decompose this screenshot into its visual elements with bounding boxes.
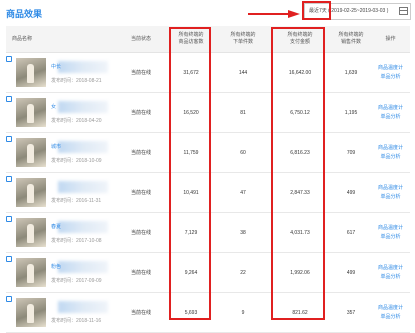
item-analysis-link[interactable]: 单品分析	[371, 313, 410, 322]
product-name[interactable]: 中长	[51, 63, 61, 70]
orders-cell: 60	[217, 132, 269, 173]
ops-cell: 商品温度计 单品分析	[371, 172, 410, 213]
tag-icon	[6, 136, 12, 142]
product-name[interactable]: 春夏	[51, 223, 61, 230]
product-cell: 女 发布时间：2018-04-20	[6, 92, 117, 133]
publish-time: 发布时间：2016-11-31	[51, 198, 102, 204]
sold-cell: 499	[331, 172, 371, 213]
item-analysis-link[interactable]: 单品分析	[371, 273, 410, 282]
product-cell: 中长 发布时间：2018-08-21	[6, 52, 117, 93]
product-name[interactable]: 城市	[51, 143, 61, 150]
item-analysis-link[interactable]: 单品分析	[371, 233, 410, 242]
product-cell: 发布时间：2016-11-31	[6, 172, 117, 213]
sold-cell: 357	[331, 292, 371, 333]
item-analysis-link[interactable]: 单品分析	[371, 113, 410, 122]
orders-cell: 38	[217, 212, 269, 253]
thermometer-link[interactable]: 商品温度计	[371, 264, 410, 273]
tag-icon	[6, 56, 12, 62]
sold-cell: 709	[331, 132, 371, 173]
blurred-product-name	[58, 141, 108, 153]
highlight-paid-column	[271, 27, 325, 320]
tag-icon	[6, 216, 12, 222]
product-name[interactable]: 粉色	[51, 263, 61, 270]
highlight-date-preset	[302, 1, 331, 20]
status-cell: 当前在线	[117, 132, 165, 173]
calendar-icon[interactable]	[399, 7, 408, 15]
blurred-product-name	[58, 221, 108, 233]
product-cell: 粉色 发布时间：2017-09-09	[6, 252, 117, 293]
product-name[interactable]: 女	[51, 103, 56, 110]
sold-cell: 617	[331, 212, 371, 253]
orders-cell: 47	[217, 172, 269, 213]
tag-icon	[6, 296, 12, 302]
tag-icon	[6, 256, 12, 262]
thermometer-link[interactable]: 商品温度计	[371, 184, 410, 193]
item-analysis-link[interactable]: 单品分析	[371, 193, 410, 202]
status-cell: 当前在线	[117, 212, 165, 253]
tag-icon	[6, 176, 12, 182]
item-analysis-link[interactable]: 单品分析	[371, 153, 410, 162]
tag-icon	[6, 96, 12, 102]
sold-cell: 1,639	[331, 52, 371, 93]
product-cell: 城市 发布时间：2018-10-09	[6, 132, 117, 173]
orders-cell: 9	[217, 292, 269, 333]
orders-cell: 144	[217, 52, 269, 93]
blurred-product-name	[58, 61, 108, 73]
ops-cell: 商品温度计 单品分析	[371, 292, 410, 333]
product-cell: 发布时间：2018-11-16	[6, 292, 117, 333]
product-thumbnail[interactable]	[16, 258, 46, 287]
thermometer-link[interactable]: 商品温度计	[371, 304, 410, 313]
orders-cell: 22	[217, 252, 269, 293]
col-orders[interactable]: 所有终端的 下单件数	[217, 26, 269, 53]
status-cell: 当前在线	[117, 252, 165, 293]
publish-time: 发布时间：2017-10-08	[51, 238, 102, 244]
blurred-product-name	[58, 301, 108, 313]
col-ops: 操作	[371, 26, 410, 53]
sold-cell: 499	[331, 252, 371, 293]
status-cell: 当前在线	[117, 92, 165, 133]
orders-cell: 81	[217, 92, 269, 133]
ops-cell: 商品温度计 单品分析	[371, 132, 410, 173]
thermometer-link[interactable]: 商品温度计	[371, 64, 410, 73]
col-status: 当前状态	[117, 26, 165, 53]
blurred-product-name	[58, 181, 108, 193]
ops-cell: 商品温度计 单品分析	[371, 252, 410, 293]
product-thumbnail[interactable]	[16, 178, 46, 207]
annotation-arrowhead	[288, 10, 300, 18]
product-cell: 春夏 发布时间：2017-10-08	[6, 212, 117, 253]
ops-cell: 商品温度计 单品分析	[371, 52, 410, 93]
blurred-product-name	[58, 261, 108, 273]
col-product: 商品名称	[6, 26, 117, 53]
item-analysis-link[interactable]: 单品分析	[371, 73, 410, 82]
publish-time: 发布时间：2017-09-09	[51, 278, 102, 284]
thermometer-link[interactable]: 商品温度计	[371, 144, 410, 153]
status-cell: 当前在线	[117, 52, 165, 93]
blurred-product-name	[58, 101, 108, 113]
thermometer-link[interactable]: 商品温度计	[371, 104, 410, 113]
product-thumbnail[interactable]	[16, 58, 46, 87]
product-thumbnail[interactable]	[16, 218, 46, 247]
publish-time: 发布时间：2018-10-09	[51, 158, 102, 164]
publish-time: 发布时间：2018-08-21	[51, 78, 102, 84]
sold-cell: 1,195	[331, 92, 371, 133]
publish-time: 发布时间：2018-04-20	[51, 118, 102, 124]
annotation-arrow	[248, 13, 292, 15]
product-thumbnail[interactable]	[16, 98, 46, 127]
ops-cell: 商品温度计 单品分析	[371, 92, 410, 133]
col-sold[interactable]: 所有终端的 销售件数	[331, 26, 371, 53]
ops-cell: 商品温度计 单品分析	[371, 212, 410, 253]
status-cell: 当前在线	[117, 172, 165, 213]
product-thumbnail[interactable]	[16, 138, 46, 167]
date-range-value: ( 2019-02-25~2019-03-03 )	[328, 8, 389, 14]
page-title: 商品效果	[6, 9, 43, 19]
thermometer-link[interactable]: 商品温度计	[371, 224, 410, 233]
status-cell: 当前在线	[117, 292, 165, 333]
highlight-visitors-column	[169, 27, 211, 320]
